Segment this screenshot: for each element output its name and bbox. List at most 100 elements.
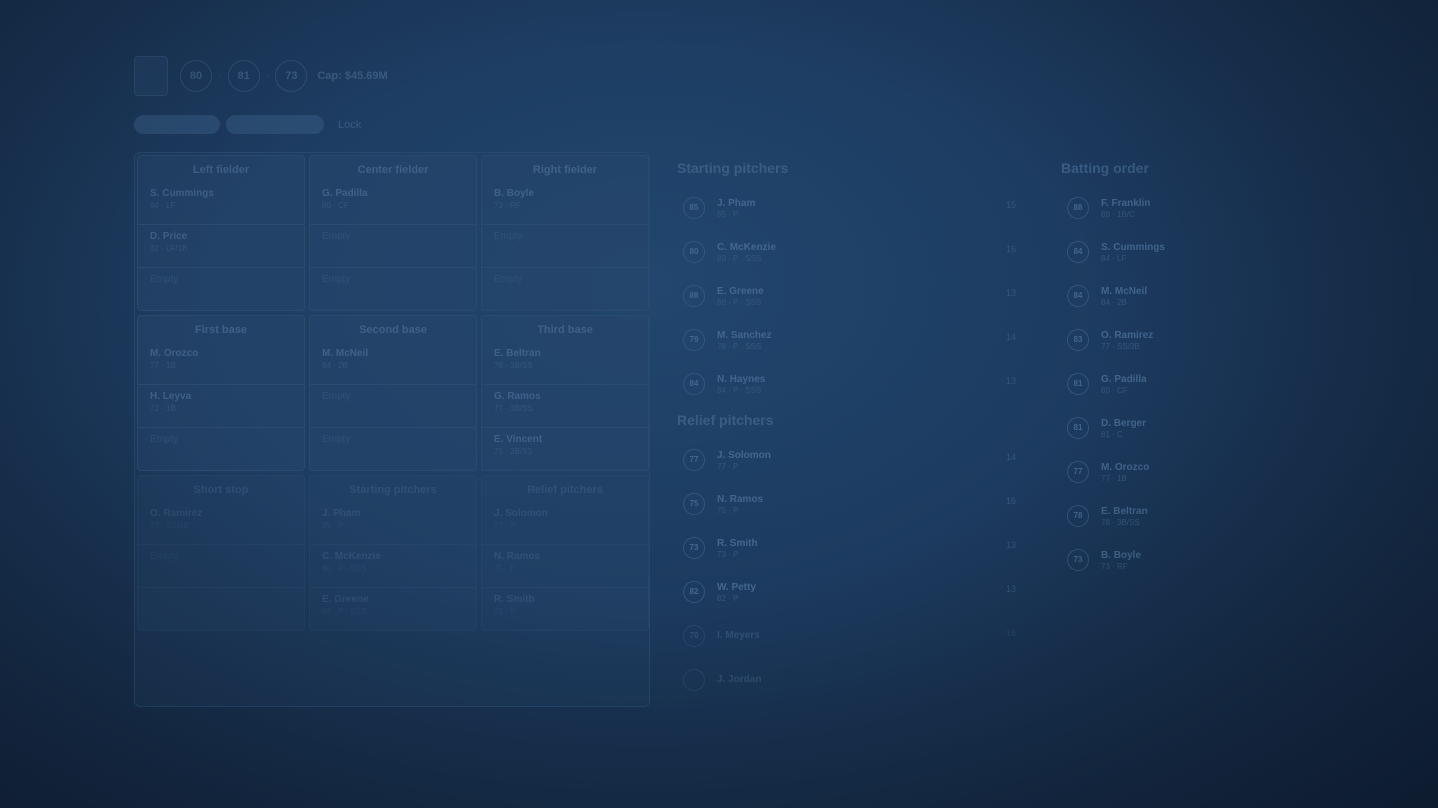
rating-badge: 82: [683, 581, 705, 603]
position-title: Third base: [537, 324, 593, 336]
rating-badge: 77: [683, 449, 705, 471]
player-meta: 73 · P: [494, 607, 516, 616]
player-row[interactable]: 88 F. Franklin 88 · 1B/C: [1061, 186, 1281, 230]
depth-slot[interactable]: C. McKenzie 80 · P · SSS: [310, 545, 476, 588]
depth-slot[interactable]: H. Leyva 72 · 1B: [138, 385, 304, 428]
team-ratings: 80 · 81 · 73 Cap: $45.69M: [180, 60, 388, 92]
toolbar-button-1[interactable]: [134, 115, 220, 134]
player-row[interactable]: 84 N. Haynes 84 · P · SSS 13: [677, 362, 1022, 406]
player-row[interactable]: 73 R. Smith 73 · P 13: [677, 526, 1022, 570]
player-info: M. Orozco 77 · 1B: [1101, 462, 1149, 483]
player-row[interactable]: J. Jordan: [677, 658, 1022, 702]
rating-badge: 73: [683, 537, 705, 559]
player-meta: 77 · 1B: [150, 361, 176, 370]
player-row[interactable]: 77 J. Solomon 77 · P 14: [677, 438, 1022, 482]
player-row[interactable]: 80 C. McKenzie 80 · P · SSS 16: [677, 230, 1022, 274]
player-row[interactable]: 77 M. Orozco 77 · 1B: [1061, 450, 1281, 494]
player-meta: 77 · 3B/SS: [494, 404, 533, 413]
depth-slot[interactable]: N. Ramos 75 · P: [482, 545, 648, 588]
player-meta: 84 · 2B: [1101, 297, 1127, 307]
empty-slot-label: Empty: [150, 434, 179, 445]
player-name: R. Smith: [717, 537, 758, 549]
depth-slot[interactable]: Empty: [482, 225, 648, 268]
player-row[interactable]: 84 M. McNeil 84 · 2B: [1061, 274, 1281, 318]
rating-badge: [683, 669, 705, 691]
player-info: M. Sanchez 78 · P · SSS: [717, 330, 771, 351]
player-meta: 78 · P · SSS: [717, 341, 762, 351]
depth-slot[interactable]: Empty: [138, 545, 304, 588]
depth-slot[interactable]: J. Solomon 77 · P: [482, 502, 648, 545]
player-row[interactable]: 81 G. Padilla 80 · CF: [1061, 362, 1281, 406]
position-box: Short stop O. Ramirez 77 · SS/3B Empty: [137, 475, 305, 631]
rating-badge: 79: [683, 329, 705, 351]
depth-slot[interactable]: Empty: [310, 385, 476, 428]
defense-rating: 73: [275, 60, 308, 92]
rating-badge: 78: [1067, 505, 1089, 527]
depth-slot[interactable]: O. Ramirez 77 · SS/3B: [138, 502, 304, 545]
depth-slot[interactable]: R. Smith 73 · P: [482, 588, 648, 631]
overall-rating: 80: [180, 60, 212, 92]
depth-slot[interactable]: E. Beltran 78 · 3B/SS: [482, 342, 648, 385]
position-box: Relief pitchers J. Solomon 77 · P N. Ramos 7…: [481, 475, 649, 631]
player-meta: 77 · SS/3B: [150, 521, 189, 530]
empty-slot-label: Empty: [322, 434, 351, 445]
player-name: E. Vincent: [494, 434, 543, 445]
toolbar-button-2[interactable]: [226, 115, 324, 134]
player-meta: 84 · LF: [150, 201, 176, 210]
depth-slot[interactable]: M. McNeil 84 · 2B: [310, 342, 476, 385]
depth-slot[interactable]: Empty: [310, 428, 476, 471]
lock-link[interactable]: Lock: [338, 119, 361, 131]
player-row[interactable]: 85 J. Pham 85 · P 15: [677, 186, 1022, 230]
offense-rating: 81: [227, 60, 260, 92]
rating-badge: 73: [1067, 549, 1089, 571]
toolbar: Lock: [134, 115, 361, 134]
player-name: M. Sanchez: [717, 329, 772, 341]
player-row[interactable]: 83 O. Ramirez 77 · SS/3B: [1061, 318, 1281, 362]
player-row[interactable]: 88 E. Greene 88 · P · SSS 13: [677, 274, 1022, 318]
depth-slot[interactable]: J. Pham 85 · P: [310, 502, 476, 545]
depth-slot[interactable]: Empty: [310, 225, 476, 268]
empty-slot-label: Empty: [322, 274, 351, 285]
player-row[interactable]: 82 W. Petty 82 · P 13: [677, 570, 1022, 614]
player-meta: 82 · P: [717, 593, 739, 603]
depth-slot[interactable]: M. Orozco 77 · 1B: [138, 342, 304, 385]
app-background: 80 · 81 · 73 Cap: $45.69M Lock Left fiel…: [0, 0, 1438, 808]
player-row[interactable]: 81 D. Berger 81 · C: [1061, 406, 1281, 450]
player-meta: 80 · CF: [1101, 385, 1128, 395]
depth-slot[interactable]: E. Vincent 71 · 3B/SS: [482, 428, 648, 471]
player-name: E. Greene: [322, 594, 369, 605]
depth-slot[interactable]: Empty: [310, 268, 476, 311]
player-name: M. McNeil: [1101, 285, 1148, 297]
depth-slot[interactable]: Empty: [138, 428, 304, 471]
player-info: F. Franklin 88 · 1B/C: [1101, 198, 1150, 219]
player-name: G. Ramos: [494, 391, 541, 402]
position-box: Third base E. Beltran 78 · 3B/SS G. Ramos 77…: [481, 315, 649, 471]
position-box: Starting pitchers J. Pham 85 · P C. McKenzi…: [309, 475, 477, 631]
player-meta: 85 · P: [322, 521, 344, 530]
depth-slot[interactable]: G. Padilla 80 · CF: [310, 182, 476, 225]
player-row[interactable]: 84 S. Cummings 84 · LF: [1061, 230, 1281, 274]
depth-slot[interactable]: S. Cummings 84 · LF: [138, 182, 304, 225]
depth-slot[interactable]: Empty: [482, 268, 648, 311]
player-row[interactable]: 70 I. Meyers 16: [677, 614, 1022, 658]
position-box: Second base M. McNeil 84 · 2B Empty Empty: [309, 315, 477, 471]
rating-badge: 84: [1067, 285, 1089, 307]
depth-slot[interactable]: Empty: [138, 268, 304, 311]
player-name: S. Cummings: [1101, 241, 1165, 253]
player-row[interactable]: 79 M. Sanchez 78 · P · SSS 14: [677, 318, 1022, 362]
player-info: N. Haynes 84 · P · SSS: [717, 374, 765, 395]
player-row[interactable]: 73 B. Boyle 73 · RF: [1061, 538, 1281, 582]
depth-slot[interactable]: E. Greene 88 · P · SSS: [310, 588, 476, 631]
depth-slot[interactable]: B. Boyle 73 · RF: [482, 182, 648, 225]
player-name: D. Berger: [1101, 417, 1147, 429]
player-row[interactable]: 78 E. Beltran 78 · 3B/SS: [1061, 494, 1281, 538]
depth-slot[interactable]: [138, 588, 304, 631]
depth-slot[interactable]: G. Ramos 77 · 3B/SS: [482, 385, 648, 428]
empty-slot-label: Empty: [322, 231, 351, 242]
position-title: Second base: [359, 324, 427, 336]
player-row[interactable]: 75 N. Ramos 75 · P 16: [677, 482, 1022, 526]
player-name: C. McKenzie: [322, 551, 381, 562]
player-number: 16: [1005, 496, 1016, 506]
player-name: G. Padilla: [322, 188, 368, 199]
depth-slot[interactable]: D. Price 82 · LF/1B: [138, 225, 304, 268]
